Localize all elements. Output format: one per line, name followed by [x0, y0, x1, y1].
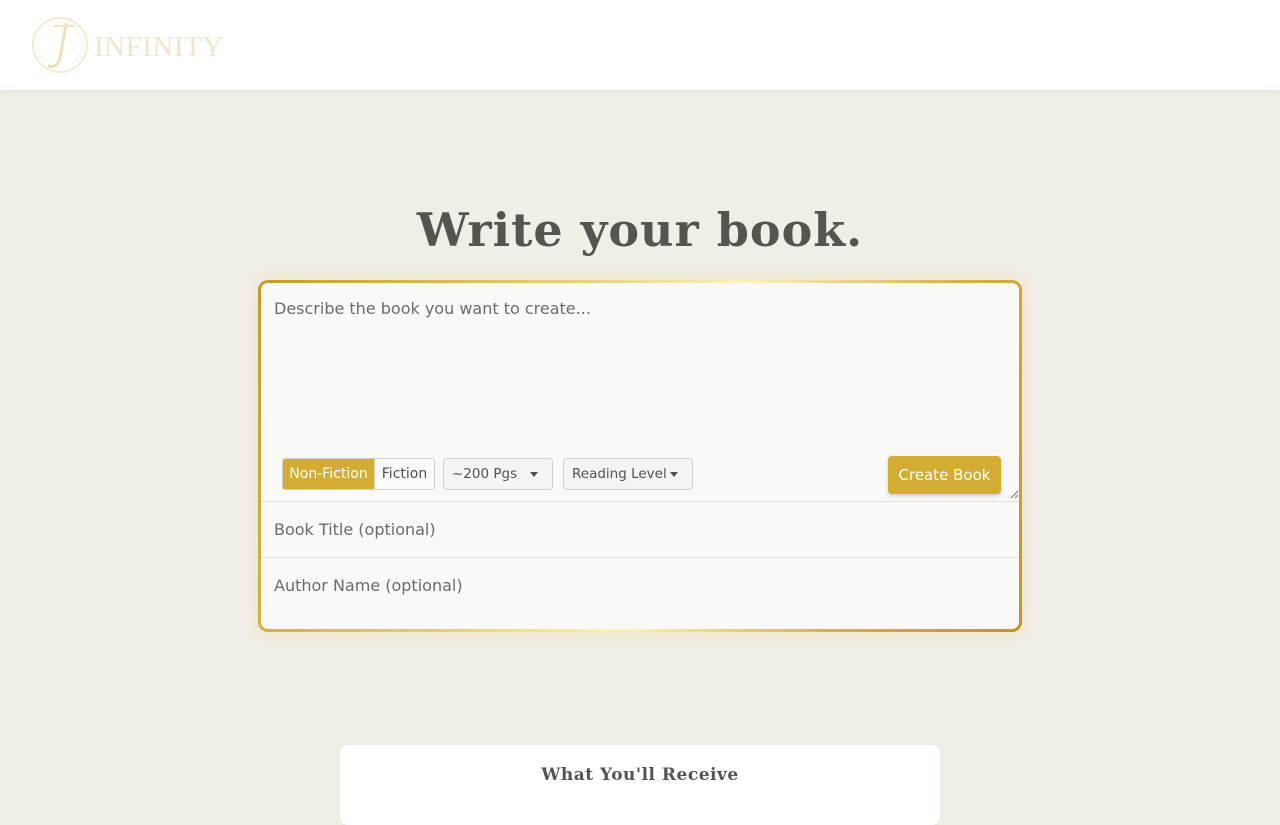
brand-logo-text: INFINITY [94, 31, 224, 63]
genre-option-non-fiction[interactable]: Non-Fiction [283, 459, 374, 489]
reading-level-select[interactable]: Reading Level [563, 458, 693, 490]
top-header: INFINITY [0, 0, 1280, 90]
book-title-input[interactable] [261, 501, 1019, 557]
what-you-receive-card: What You'll Receive [340, 745, 940, 825]
page-length-select[interactable]: ~200 Pgs [443, 458, 553, 490]
resize-handle-icon[interactable] [1009, 489, 1019, 499]
book-form: Non-Fiction Fiction ~200 Pgs Reading Lev… [261, 283, 1019, 629]
reading-level-value: Reading Level [572, 466, 667, 482]
genre-option-fiction[interactable]: Fiction [374, 459, 434, 489]
book-form-card: Non-Fiction Fiction ~200 Pgs Reading Lev… [258, 280, 1022, 632]
genre-toggle: Non-Fiction Fiction [282, 458, 435, 490]
chevron-down-icon [670, 472, 678, 477]
brand-logo[interactable]: INFINITY [30, 14, 223, 76]
page-length-value: ~200 Pgs [452, 466, 518, 482]
chevron-down-icon [530, 472, 538, 477]
create-book-button[interactable]: Create Book [888, 456, 1001, 494]
monogram-j-icon [32, 17, 88, 73]
page-title: Write your book. [416, 203, 864, 257]
author-name-input[interactable] [261, 557, 1019, 613]
what-you-receive-title: What You'll Receive [541, 765, 739, 785]
